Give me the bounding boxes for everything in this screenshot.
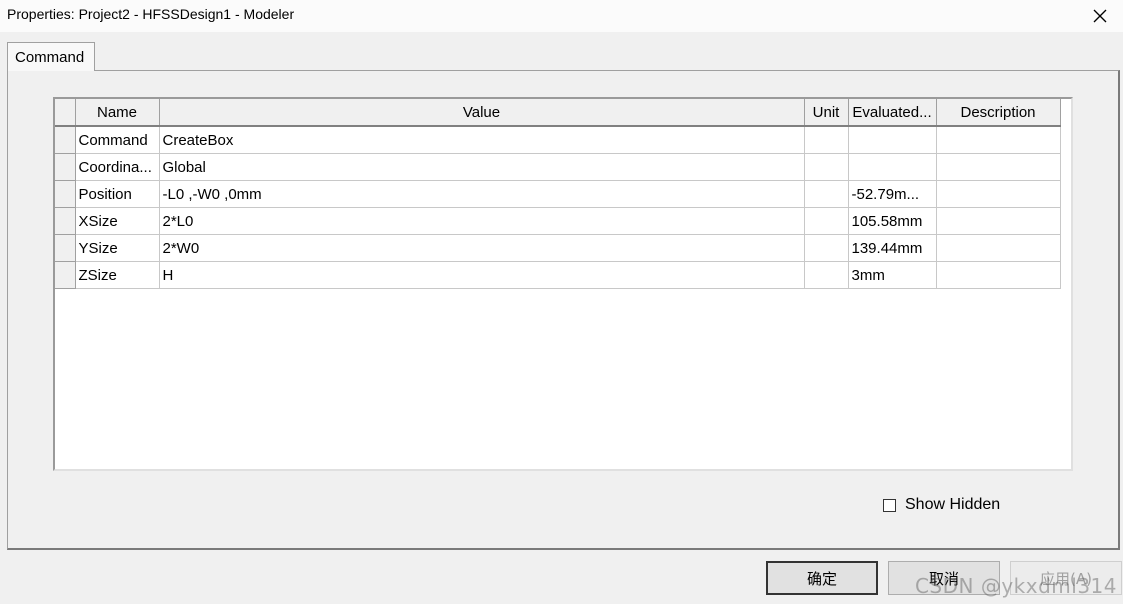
close-icon <box>1093 9 1107 23</box>
table-header-row: Name Value Unit Evaluated... Description <box>55 99 1061 127</box>
cell-evaluated <box>848 126 937 154</box>
cell-evaluated: -52.79m... <box>848 180 937 208</box>
row-header[interactable] <box>55 261 76 289</box>
cell-evaluated: 3mm <box>848 261 937 289</box>
cell-name: Coordina... <box>75 153 160 181</box>
cell-description[interactable] <box>936 261 1061 289</box>
cell-description[interactable] <box>936 153 1061 181</box>
close-button[interactable] <box>1077 0 1123 32</box>
table-row[interactable]: Coordina... Global <box>55 153 1061 181</box>
table-row[interactable]: XSize 2*L0 105.58mm <box>55 207 1061 235</box>
cell-value[interactable]: H <box>159 261 805 289</box>
properties-grid: Name Value Unit Evaluated... Description… <box>53 97 1073 471</box>
cell-description[interactable] <box>936 207 1061 235</box>
cell-value[interactable]: Global <box>159 153 805 181</box>
cell-name: ZSize <box>75 261 160 289</box>
cell-unit[interactable] <box>804 180 849 208</box>
cell-evaluated: 105.58mm <box>848 207 937 235</box>
ok-button[interactable]: 确定 <box>766 561 878 595</box>
column-header-name[interactable]: Name <box>75 99 160 127</box>
row-header[interactable] <box>55 207 76 235</box>
column-header-evaluated[interactable]: Evaluated... <box>848 99 937 127</box>
watermark: CSDN @ykxdml314 <box>914 574 1117 598</box>
cell-unit[interactable] <box>804 261 849 289</box>
row-header[interactable] <box>55 126 76 154</box>
properties-dialog: Properties: Project2 - HFSSDesign1 - Mod… <box>0 0 1123 604</box>
show-hidden-label: Show Hidden <box>905 496 1001 513</box>
cell-unit[interactable] <box>804 234 849 262</box>
cell-name: Position <box>75 180 160 208</box>
cell-value[interactable]: -L0 ,-W0 ,0mm <box>159 180 805 208</box>
row-header[interactable] <box>55 234 76 262</box>
cell-unit[interactable] <box>804 207 849 235</box>
window-title: Properties: Project2 - HFSSDesign1 - Mod… <box>7 6 295 22</box>
show-hidden-checkbox[interactable] <box>883 498 896 512</box>
column-header-unit[interactable]: Unit <box>804 99 849 127</box>
cell-unit[interactable] <box>804 153 849 181</box>
title-bar: Properties: Project2 - HFSSDesign1 - Mod… <box>0 0 1123 32</box>
cell-description[interactable] <box>936 126 1061 154</box>
cell-value[interactable]: 2*L0 <box>159 207 805 235</box>
row-header[interactable] <box>55 153 76 181</box>
table-corner <box>55 99 76 127</box>
cell-evaluated <box>848 153 937 181</box>
column-header-description[interactable]: Description <box>936 99 1061 127</box>
tab-command-label: Command <box>15 49 85 66</box>
properties-table: Name Value Unit Evaluated... Description… <box>55 99 1061 289</box>
cell-value[interactable]: CreateBox <box>159 126 805 154</box>
table-row[interactable]: Position -L0 ,-W0 ,0mm -52.79m... <box>55 180 1061 208</box>
table-row[interactable]: ZSize H 3mm <box>55 261 1061 289</box>
cell-unit[interactable] <box>804 126 849 154</box>
row-header[interactable] <box>55 180 76 208</box>
cell-description[interactable] <box>936 180 1061 208</box>
table-row[interactable]: YSize 2*W0 139.44mm <box>55 234 1061 262</box>
table-row[interactable]: Command CreateBox <box>55 126 1061 154</box>
tab-command[interactable]: Command <box>7 42 95 71</box>
show-hidden-option[interactable]: Show Hidden <box>883 496 1000 514</box>
cell-description[interactable] <box>936 234 1061 262</box>
column-header-value[interactable]: Value <box>159 99 805 127</box>
cell-value[interactable]: 2*W0 <box>159 234 805 262</box>
cell-evaluated: 139.44mm <box>848 234 937 262</box>
cell-name: YSize <box>75 234 160 262</box>
cell-name: XSize <box>75 207 160 235</box>
cell-name: Command <box>75 126 160 154</box>
